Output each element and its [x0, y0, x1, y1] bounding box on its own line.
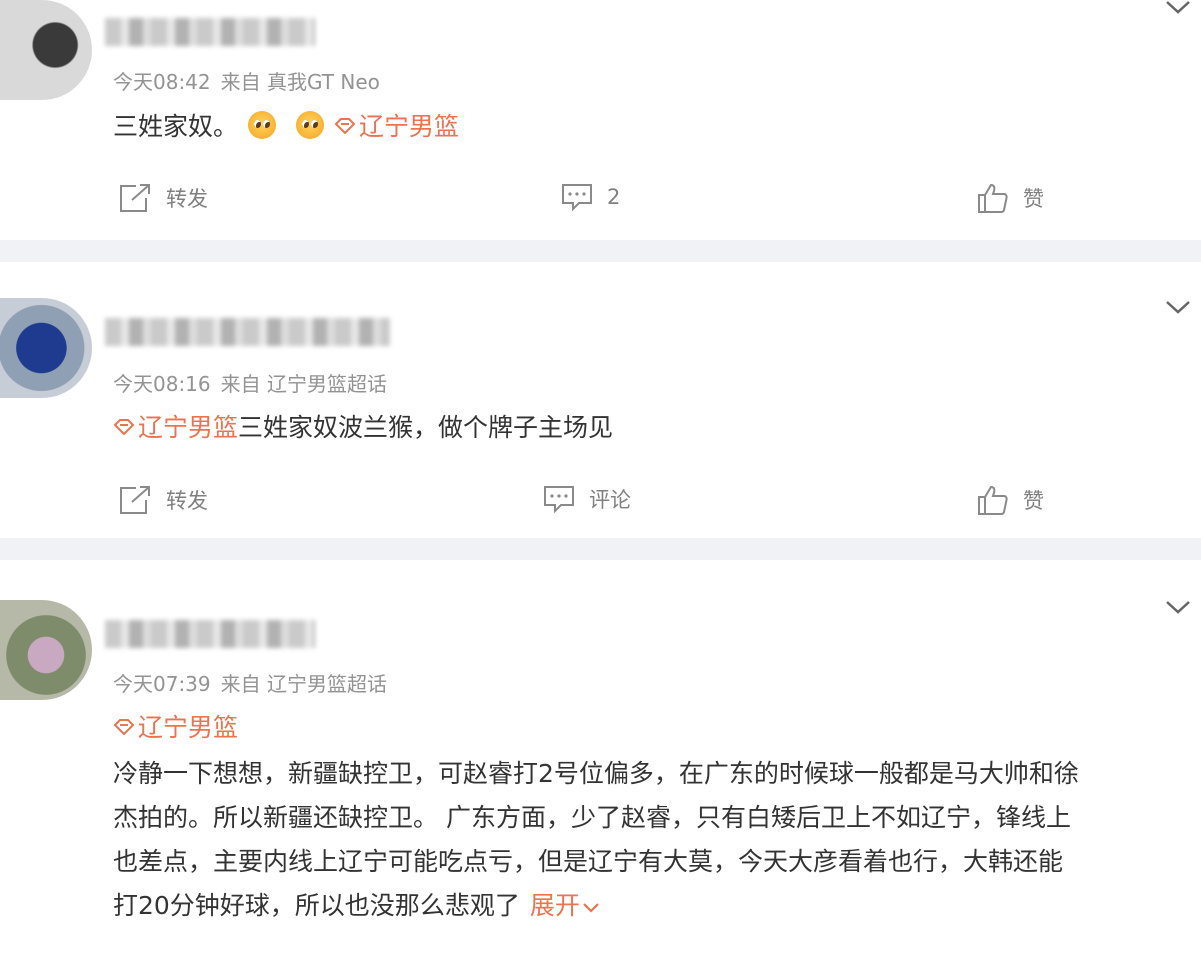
post-2: 今天08:16 来自 辽宁男篮超话 辽宁男篮三姓家奴波兰猴，做个牌子主场见 转发 …	[0, 262, 1201, 538]
chevron-down-icon	[583, 903, 599, 913]
username-blurred[interactable]	[105, 318, 390, 346]
topic-link[interactable]: 辽宁男篮	[334, 112, 459, 141]
comment-button[interactable]: 2	[561, 182, 620, 212]
repost-button[interactable]: 转发	[118, 484, 208, 516]
topic-icon	[113, 419, 135, 435]
repost-label: 转发	[166, 187, 208, 211]
expand-link[interactable]: 展开	[530, 891, 600, 920]
pleading-emoji-icon	[296, 111, 325, 139]
post-1: 今天08:42 来自 真我GT Neo 三姓家奴。 辽宁男篮 转发 2 赞	[0, 0, 1201, 240]
post-content: 辽宁男篮三姓家奴波兰猴，做个牌子主场见	[113, 408, 613, 444]
like-icon	[978, 485, 1008, 515]
chevron-down-icon[interactable]	[1165, 600, 1191, 616]
post-source: 来自 辽宁男篮超话	[220, 672, 387, 696]
username-blurred[interactable]	[105, 18, 315, 46]
expand-label: 展开	[529, 891, 580, 920]
post-source: 来自 真我GT Neo	[220, 70, 380, 94]
repost-label: 转发	[166, 489, 208, 513]
comment-icon	[562, 184, 592, 212]
repost-button[interactable]: 转发	[118, 182, 208, 214]
like-button[interactable]: 赞	[977, 484, 1044, 516]
post-text: 三姓家奴波兰猴，做个牌子主场见	[238, 413, 614, 442]
like-label: 赞	[1023, 489, 1044, 513]
like-label: 赞	[1023, 187, 1044, 211]
repost-icon	[120, 486, 150, 514]
post-time: 今天08:42	[113, 70, 211, 94]
topic-label: 辽宁男篮	[359, 112, 460, 141]
repost-icon	[120, 184, 150, 212]
comment-icon	[544, 486, 574, 514]
post-separator	[0, 240, 1201, 262]
comment-count: 2	[607, 185, 621, 209]
avatar[interactable]	[0, 0, 92, 100]
post-text: 三姓家奴。	[113, 112, 239, 141]
post-content: 三姓家奴。 辽宁男篮	[113, 107, 459, 143]
post-meta: 今天07:39 来自 辽宁男篮超话	[113, 668, 397, 697]
avatar[interactable]	[0, 298, 92, 398]
post-time: 今天07:39	[113, 672, 211, 696]
pleading-emoji-icon	[248, 111, 277, 139]
comment-label: 评论	[589, 488, 631, 512]
topic-label: 辽宁男篮	[138, 713, 239, 742]
post-time: 今天08:16	[113, 372, 211, 396]
topic-label: 辽宁男篮	[138, 413, 239, 442]
topic-link[interactable]: 辽宁男篮	[113, 713, 238, 742]
topic-link[interactable]: 辽宁男篮	[113, 413, 238, 442]
chevron-down-icon[interactable]	[1165, 0, 1191, 16]
post-3: 今天07:39 来自 辽宁男篮超话 辽宁男篮 冷静一下想想，新疆缺控卫，可赵睿打2…	[0, 560, 1201, 966]
topic-icon	[334, 118, 356, 134]
comment-button[interactable]: 评论	[543, 484, 631, 514]
like-button[interactable]: 赞	[977, 182, 1044, 214]
avatar[interactable]	[0, 600, 92, 700]
post-meta: 今天08:42 来自 真我GT Neo	[113, 66, 390, 95]
like-icon	[978, 183, 1008, 213]
username-blurred[interactable]	[105, 620, 315, 648]
topic-icon	[113, 719, 135, 735]
post-text: 冷静一下想想，新疆缺控卫，可赵睿打2号位偏多，在广东的时候球一般都是马大帅和徐 …	[113, 752, 1193, 928]
post-meta: 今天08:16 来自 辽宁男篮超话	[113, 368, 397, 397]
post-source: 来自 辽宁男篮超话	[220, 372, 387, 396]
post-separator	[0, 538, 1201, 560]
chevron-down-icon[interactable]	[1165, 300, 1191, 316]
post-topic-line: 辽宁男篮	[113, 708, 238, 744]
